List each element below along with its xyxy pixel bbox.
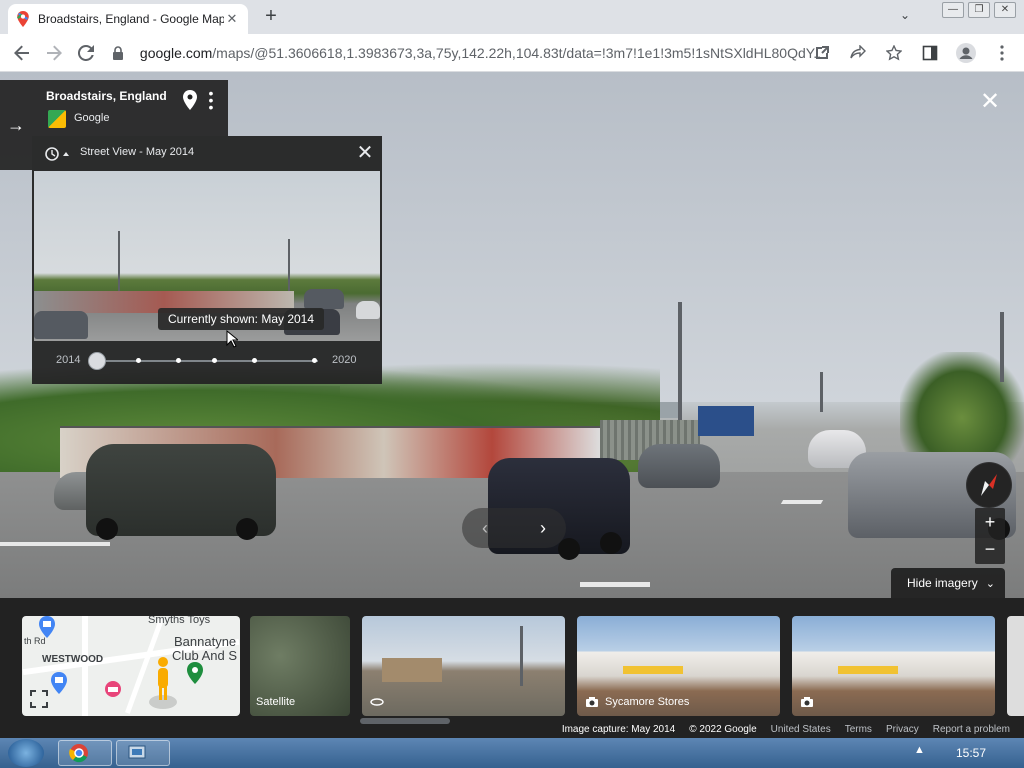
time-machine-header: Street View - May 2014 ✕ bbox=[32, 136, 382, 170]
network-app-taskbar-icon[interactable] bbox=[116, 740, 170, 766]
show-hidden-icons-icon[interactable]: ▲ bbox=[914, 744, 925, 756]
navigation-arrows: ‹ › bbox=[462, 508, 566, 548]
window-close-button[interactable]: ✕ bbox=[994, 2, 1016, 18]
hide-imagery-label: Hide imagery bbox=[907, 576, 978, 590]
map-label: Smyths Toys bbox=[148, 616, 211, 626]
map-thumbnail[interactable]: Smyths Toys Bannatyne Club And S WESTWOO… bbox=[22, 616, 240, 716]
photo-caption: Sycamore Stores bbox=[605, 696, 690, 708]
photo-sphere-thumbnail[interactable] bbox=[362, 616, 565, 716]
google-maps-icon bbox=[16, 11, 29, 27]
profile-avatar-icon[interactable] bbox=[950, 37, 982, 69]
shopping-pin-icon bbox=[39, 616, 55, 638]
zoom-control: + − bbox=[975, 508, 1005, 564]
current-imagery-tooltip: Currently shown: May 2014 bbox=[158, 308, 324, 330]
timeline-capture-dot[interactable] bbox=[312, 358, 317, 363]
tab-close-icon[interactable]: ✕ bbox=[224, 11, 240, 27]
photo-thumbnail[interactable]: Sycamore Stores bbox=[577, 616, 780, 716]
address-bar[interactable]: google.com /maps/@51.3606618,1.3983673,3… bbox=[112, 38, 822, 68]
timeline-end-year: 2020 bbox=[332, 354, 357, 366]
satellite-thumbnail[interactable]: Satellite bbox=[250, 616, 350, 716]
url-path: /maps/@51.3606618,1.3983673,3a,75y,142.2… bbox=[212, 45, 822, 61]
zoom-out-button[interactable]: − bbox=[975, 536, 1005, 564]
time-machine-panel: Street View - May 2014 ✕ Currently shown… bbox=[32, 136, 382, 384]
chrome-taskbar-icon[interactable] bbox=[58, 740, 112, 766]
shopping-pin-icon bbox=[51, 672, 67, 694]
fullscreen-icon[interactable] bbox=[30, 690, 48, 708]
next-arrow-icon[interactable]: › bbox=[528, 514, 558, 542]
photo-thumbnail[interactable] bbox=[1007, 616, 1024, 716]
forward-arrow-icon[interactable] bbox=[38, 37, 70, 69]
360-photo-icon bbox=[370, 698, 384, 706]
photo-thumbnail[interactable] bbox=[792, 616, 995, 716]
tab-search-icon[interactable]: ⌄ bbox=[894, 8, 916, 28]
road-marking bbox=[780, 500, 824, 504]
history-clock-icon[interactable] bbox=[44, 146, 72, 162]
screen: Broadstairs, England - Google Maps ✕ + ⌄… bbox=[0, 0, 1024, 768]
trees bbox=[900, 352, 1024, 462]
road-marking bbox=[580, 582, 650, 587]
taskbar-clock[interactable]: 15:57 bbox=[956, 746, 986, 760]
bookmark-star-icon[interactable] bbox=[878, 37, 910, 69]
camera-icon bbox=[801, 697, 813, 707]
pegman-icon[interactable] bbox=[148, 654, 178, 710]
lamp-post bbox=[820, 372, 823, 412]
camera-icon bbox=[586, 697, 598, 707]
map-label: Bannatyne bbox=[174, 634, 237, 649]
map-pin-icon[interactable] bbox=[182, 90, 198, 110]
location-title: Broadstairs, England bbox=[46, 89, 167, 103]
reload-icon[interactable] bbox=[70, 37, 102, 69]
window-controls: — ❐ ✕ bbox=[942, 2, 1016, 18]
location-card: Broadstairs, England • • • Google bbox=[32, 80, 228, 136]
browser-menu-icon[interactable] bbox=[986, 37, 1018, 69]
minimize-button[interactable]: — bbox=[942, 2, 964, 18]
lamp-post bbox=[678, 302, 682, 422]
hide-imagery-button[interactable]: Hide imagery ⌄ bbox=[891, 568, 1005, 598]
back-arrow-icon[interactable] bbox=[6, 37, 38, 69]
more-options-icon[interactable]: • • • bbox=[206, 86, 216, 114]
timeline-start-year: 2014 bbox=[56, 354, 81, 366]
timeline-capture-dot[interactable] bbox=[252, 358, 257, 363]
map-label: Club And S bbox=[172, 648, 238, 663]
close-street-view-icon[interactable]: ✕ bbox=[976, 88, 1004, 116]
start-button-windows-icon[interactable] bbox=[8, 739, 44, 767]
car bbox=[638, 444, 720, 488]
timeline-track[interactable] bbox=[98, 360, 318, 362]
toolbar-actions bbox=[806, 37, 1018, 69]
url-host: google.com bbox=[139, 45, 213, 61]
restore-button[interactable]: ❐ bbox=[968, 2, 990, 18]
collapse-panel-arrow-icon[interactable]: → bbox=[0, 80, 32, 170]
park-pin-icon bbox=[187, 662, 203, 684]
timeline-capture-dot[interactable] bbox=[212, 358, 217, 363]
lorry bbox=[698, 406, 754, 436]
satellite-label: Satellite bbox=[256, 696, 296, 708]
imagery-filmstrip: Smyths Toys Bannatyne Club And S WESTWOO… bbox=[0, 598, 1024, 738]
browser-toolbar: google.com /maps/@51.3606618,1.3983673,3… bbox=[0, 34, 1024, 72]
hotel-pin-icon bbox=[105, 681, 121, 697]
compass-icon[interactable] bbox=[966, 462, 1012, 508]
google-logo-icon bbox=[48, 110, 66, 128]
browser-tab[interactable]: Broadstairs, England - Google Maps ✕ bbox=[8, 4, 248, 34]
time-machine-title: Street View - May 2014 bbox=[80, 146, 195, 158]
tab-strip: Broadstairs, England - Google Maps ✕ + ⌄… bbox=[0, 0, 1024, 34]
install-app-icon[interactable] bbox=[806, 37, 838, 69]
tab-title: Broadstairs, England - Google Maps bbox=[38, 12, 224, 26]
road-marking bbox=[0, 542, 110, 546]
previous-arrow-icon[interactable]: ‹ bbox=[470, 514, 500, 542]
map-label: WESTWOOD bbox=[42, 654, 104, 665]
zoom-in-button[interactable]: + bbox=[975, 508, 1005, 536]
mouse-cursor-icon bbox=[226, 330, 238, 348]
lamp-post bbox=[1000, 312, 1004, 382]
new-tab-button[interactable]: + bbox=[258, 4, 284, 30]
van bbox=[86, 444, 276, 540]
timeline-capture-dot[interactable] bbox=[176, 358, 181, 363]
taskbar: ▲ 15:57 bbox=[0, 738, 1024, 768]
timeline-slider-handle[interactable] bbox=[88, 352, 106, 370]
imagery-source: Google bbox=[74, 112, 110, 124]
double-chevron-down-icon: ⌄ bbox=[985, 577, 995, 590]
side-panel-icon[interactable] bbox=[914, 37, 946, 69]
timeline-capture-dot[interactable] bbox=[136, 358, 141, 363]
lock-icon[interactable] bbox=[112, 46, 130, 60]
close-icon[interactable]: ✕ bbox=[354, 142, 376, 164]
share-icon[interactable] bbox=[842, 37, 874, 69]
